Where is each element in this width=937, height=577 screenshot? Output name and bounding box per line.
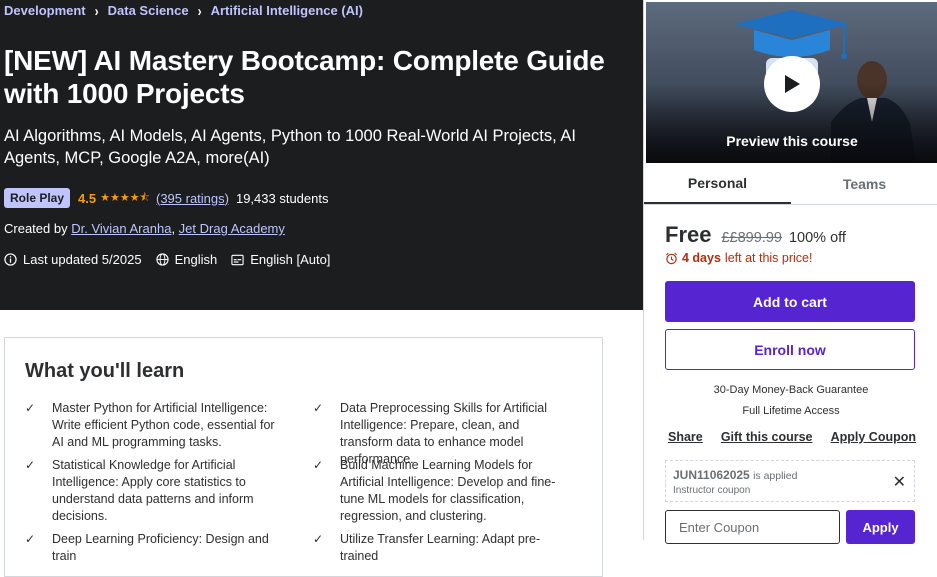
coupon-type: Instructor coupon (673, 485, 751, 496)
instructor-link-2[interactable]: Jet Drag Academy (179, 221, 285, 236)
what-youll-learn: What you'll learn ✓ Master Python for Ar… (4, 337, 603, 577)
preview-label: Preview this course (726, 133, 858, 149)
learn-item: ✓ Build Machine Learning Models for Arti… (313, 457, 575, 525)
course-preview[interactable]: Preview this course (646, 2, 937, 163)
info-icon (4, 253, 17, 266)
check-icon: ✓ (25, 458, 36, 472)
created-by-label: Created by (4, 221, 68, 236)
learn-item-text: Master Python for Artificial Intelligenc… (52, 401, 275, 449)
coupon-code-line: JUN11062025 is applied (673, 468, 797, 482)
learn-title: What you'll learn (25, 360, 185, 382)
price-row: Free ££899.99 100% off (665, 222, 846, 248)
course-subtitle: AI Algorithms, AI Models, AI Agents, Pyt… (4, 127, 576, 167)
coupon-input[interactable] (665, 510, 840, 544)
chevron-right-icon: › (94, 2, 99, 19)
tab-personal[interactable]: Personal (644, 163, 791, 204)
learn-item-text: Statistical Knowledge for Artificial Int… (52, 458, 254, 523)
captions-icon (231, 254, 244, 265)
created-by: Created by Dr. Vivian Aranha, Jet Drag A… (4, 221, 285, 236)
add-to-cart-button[interactable]: Add to cart (665, 281, 915, 322)
course-title: [NEW] AI Mastery Bootcamp: Complete Guid… (4, 45, 605, 109)
applied-coupon: JUN11062025 is applied Instructor coupon… (665, 460, 915, 502)
captions: English [Auto] (231, 252, 330, 267)
language: English (155, 252, 218, 267)
chevron-right-icon: › (197, 2, 202, 19)
star-rating-icon: ★★★★⯪ (100, 191, 150, 204)
discount-percent: 100% off (788, 230, 846, 246)
breadcrumb-development[interactable]: Development (4, 3, 86, 18)
check-icon: ✓ (313, 458, 324, 472)
students-count: 19,433 students (235, 190, 329, 206)
price-timer: 4 days left at this price! (665, 251, 812, 265)
language-text: English (174, 252, 218, 267)
original-price: ££899.99 (721, 230, 782, 246)
current-price: Free (665, 222, 712, 247)
lifetime-access: Full Lifetime Access (742, 405, 840, 417)
captions-text: English [Auto] (250, 252, 331, 267)
rating-value: 4.5 (78, 190, 97, 206)
play-icon (785, 75, 800, 93)
enroll-now-button[interactable]: Enroll now (665, 329, 915, 370)
learn-item: ✓ Utilize Transfer Learning: Adapt pre-t… (313, 531, 575, 565)
play-button[interactable] (764, 56, 820, 112)
role-play-badge: Role Play (4, 188, 71, 208)
purchase-card: Preview this course Personal Teams Free … (643, 0, 937, 544)
plan-tabs: Personal Teams (644, 163, 937, 205)
share-link[interactable]: Share (668, 430, 703, 444)
learn-item-text: Utilize Transfer Learning: Adapt pre-tra… (340, 532, 541, 563)
learn-item: ✓ Deep Learning Proficiency: Design and … (25, 531, 287, 565)
check-icon: ✓ (25, 532, 36, 546)
check-icon: ✓ (313, 532, 324, 546)
course-meta: Last updated 5/2025 English English [Aut… (4, 252, 344, 267)
tab-teams[interactable]: Teams (791, 163, 937, 204)
last-updated-text: Last updated 5/2025 (23, 252, 142, 267)
coupon-applied-text: is applied (753, 470, 798, 482)
breadcrumb-ai[interactable]: Artificial Intelligence (AI) (211, 3, 363, 18)
globe-icon (155, 253, 169, 266)
rating-row: Role Play 4.5 ★★★★⯪ (395 ratings) 19,433… (4, 188, 329, 208)
apply-button[interactable]: Apply (846, 510, 915, 544)
breadcrumb: Development › Data Science › Artificial … (4, 2, 363, 19)
timer-text: left at this price! (724, 251, 813, 265)
alarm-icon (666, 252, 677, 264)
close-icon[interactable]: ✕ (893, 472, 906, 492)
timer-days: 4 days (682, 251, 721, 265)
instructor-link-1[interactable]: Dr. Vivian Aranha (71, 221, 171, 236)
learn-item-text: Build Machine Learning Models for Artifi… (340, 458, 556, 523)
breadcrumb-data-science[interactable]: Data Science (108, 3, 189, 18)
card-actions: Share Gift this course Apply Coupon (668, 430, 916, 444)
last-updated: Last updated 5/2025 (4, 252, 142, 267)
learn-item: ✓ Statistical Knowledge for Artificial I… (25, 457, 287, 525)
check-icon: ✓ (25, 401, 36, 415)
money-back-guarantee: 30-Day Money-Back Guarantee (713, 384, 869, 396)
apply-coupon-link[interactable]: Apply Coupon (831, 430, 916, 444)
ratings-count-link[interactable]: (395 ratings) (156, 191, 229, 206)
coupon-code: JUN11062025 (673, 468, 750, 482)
learn-item-text: Deep Learning Proficiency: Design and tr… (52, 532, 269, 563)
gift-course-link[interactable]: Gift this course (721, 430, 813, 444)
learn-item: ✓ Master Python for Artificial Intellige… (25, 400, 287, 451)
